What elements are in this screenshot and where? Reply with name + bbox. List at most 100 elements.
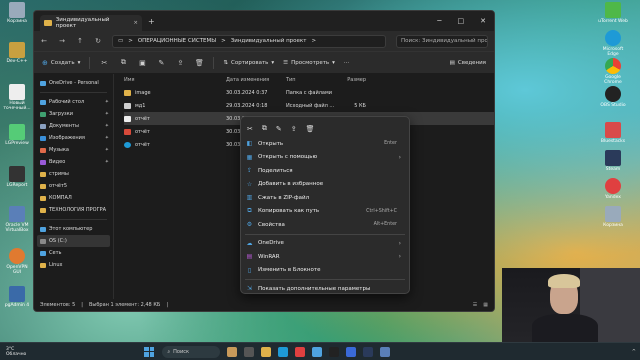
desktop-icon-obs[interactable]: OBS Studio — [598, 86, 628, 108]
taskbar-app-word[interactable] — [346, 346, 357, 357]
details-button[interactable]: ▤ Сведения — [450, 60, 486, 66]
sidebar-item-os-c[interactable]: OS (C:) — [37, 235, 110, 247]
menu-item-show-more-options[interactable]: ⇲ Показать дополнительные параметры — [241, 282, 409, 296]
menu-item-add-favorites[interactable]: ☆ Добавить в избранное — [241, 178, 409, 192]
sidebar-item-network[interactable]: Сеть — [34, 247, 113, 259]
desktop-icon-recycle-bin[interactable]: Корзина — [2, 2, 32, 24]
menu-item-edit-notepad[interactable]: ▯ Изменить в Блокноте — [241, 264, 409, 278]
weather-widget[interactable]: 3°C Облачно — [0, 347, 26, 357]
close-button[interactable]: ✕ — [480, 17, 486, 25]
menu-item-copy-path[interactable]: ⧉ Копировать как путь Ctrl+Shift+C — [241, 205, 409, 219]
tiles-view-icon[interactable]: ▦ — [483, 302, 488, 308]
desktop-icon-recycle-bin-2[interactable]: Корзина — [598, 206, 628, 228]
column-header-name[interactable]: Имя — [124, 77, 226, 83]
sidebar-item-desktop[interactable]: Рабочий стол ✦ — [34, 96, 113, 108]
start-button[interactable] — [144, 346, 155, 357]
menu-item-onedrive[interactable]: ☁ OneDrive › — [241, 237, 409, 251]
menu-item-open[interactable]: ◧ Открыть Enter — [241, 137, 409, 151]
explorer-tab[interactable]: Зиндивидуальный проект × — [40, 15, 142, 31]
cut-icon[interactable]: ✂ — [247, 125, 253, 133]
create-button[interactable]: ⊕ Создать ▾ — [42, 59, 80, 67]
sidebar-item-kompal[interactable]: КОМПАЛ — [34, 192, 113, 204]
folder-icon — [40, 207, 46, 213]
file-row[interactable]: мд1 29.03.2024 0:18 Исходный файл ... 5 … — [124, 99, 494, 112]
share-icon[interactable]: ⇪ — [175, 59, 185, 67]
file-name: отчёт — [135, 141, 150, 148]
breadcrumb-separator: > — [221, 38, 226, 44]
desktop-icon-edge[interactable]: Microsoft Edge — [598, 30, 628, 57]
desktop-icon-new-file[interactable]: Новый точечный... — [2, 84, 32, 111]
column-header-type[interactable]: Тип — [286, 77, 336, 83]
desktop-icon-devcpp[interactable]: Dev-C++ — [2, 42, 32, 64]
taskbar-app-edge[interactable] — [278, 346, 289, 357]
more-options-button[interactable]: ··· — [344, 60, 349, 66]
minimize-button[interactable]: ─ — [437, 17, 441, 25]
forward-arrow-icon[interactable]: → — [58, 37, 66, 45]
back-arrow-icon[interactable]: ← — [40, 37, 48, 45]
sidebar-item-streams[interactable]: стримы — [34, 168, 113, 180]
desktop-icon-chrome[interactable]: Google Chrome — [598, 58, 628, 85]
copy-icon[interactable]: ⧉ — [118, 58, 128, 67]
cloud-icon — [40, 80, 46, 86]
sort-button[interactable]: ⇅ Сортировать ▾ — [223, 60, 274, 66]
taskbar-app-yandex[interactable] — [295, 346, 306, 357]
menu-item-compress-zip[interactable]: ▥ Сжать в ZIP-файл — [241, 191, 409, 205]
details-view-icon[interactable]: ☰ — [473, 302, 477, 308]
desktop-icon-lgreport[interactable]: LGReport — [2, 166, 32, 188]
tab-close-icon[interactable]: × — [133, 20, 138, 26]
address-bar[interactable]: ▭ > ОПЕРАЦИОННЫЕ СИСТЕМЫ > Зиндивидуальн… — [112, 34, 386, 48]
menu-item-winrar[interactable]: ▤ WinRAR › — [241, 250, 409, 264]
desktop-icon-lgpreview[interactable]: LGPreview — [2, 124, 32, 146]
taskbar-app-steam[interactable] — [363, 346, 374, 357]
column-header-date[interactable]: Дата изменения — [226, 77, 286, 83]
maximize-button[interactable]: □ — [458, 17, 465, 25]
sidebar-item-downloads[interactable]: Загрузки ✦ — [34, 108, 113, 120]
search-input[interactable]: Поиск: Зиндивидуальный про — [396, 34, 488, 48]
sidebar-item-linux[interactable]: Linux — [34, 259, 113, 271]
refresh-icon[interactable]: ↻ — [94, 37, 102, 45]
file-row[interactable]: image 30.03.2024 0:37 Папка с файлами — [124, 86, 494, 99]
desktop-icon-yandex[interactable]: Yandex — [598, 178, 628, 200]
desktop-icon-bluestacks[interactable]: Bluestacks — [598, 122, 628, 144]
taskbar-app-obs[interactable] — [329, 346, 340, 357]
sidebar-item-pictures[interactable]: Изображения ✦ — [34, 132, 113, 144]
new-tab-button[interactable]: + — [148, 17, 155, 26]
sidebar-item-onedrive[interactable]: OneDrive - Personal — [34, 77, 113, 89]
copy-icon[interactable]: ⧉ — [262, 124, 267, 133]
menu-item-share[interactable]: ⇪ Поделиться — [241, 164, 409, 178]
taskbar-app-store[interactable] — [312, 346, 323, 357]
menu-item-open-with[interactable]: ▦ Открыть с помощью › — [241, 151, 409, 165]
delete-icon[interactable]: 🗑 — [306, 125, 315, 133]
taskbar-app-explorer[interactable] — [261, 346, 272, 357]
share-icon[interactable]: ⇪ — [291, 125, 297, 133]
sidebar-item-report5[interactable]: отчёт5 — [34, 180, 113, 192]
breadcrumb-item-project[interactable]: Зиндивидуальный проект — [231, 38, 307, 44]
paste-icon[interactable]: ▣ — [137, 59, 147, 67]
menu-item-properties[interactable]: ⚙ Свойства Alt+Enter — [241, 218, 409, 232]
breadcrumb-item-os[interactable]: ОПЕРАЦИОННЫЕ СИСТЕМЫ — [138, 38, 216, 44]
taskbar-search[interactable]: ⌕ Поиск — [162, 345, 221, 358]
desktop-icon-pgadmin[interactable]: pgAdmin 4 — [2, 286, 32, 308]
desktop-icon-virtualbox[interactable]: Oracle VM VirtualBox — [2, 206, 32, 233]
column-header-size[interactable]: Размер — [336, 77, 366, 83]
sidebar-item-documents[interactable]: Документы ✦ — [34, 120, 113, 132]
sidebar-item-tech-prog[interactable]: ТЕХНОЛОГИЯ ПРОГРА — [34, 204, 113, 216]
sidebar-item-music[interactable]: Музыка ✦ — [34, 144, 113, 156]
system-tray-chevron-icon[interactable]: ^ — [632, 349, 640, 355]
text-file-icon — [124, 115, 131, 122]
cut-icon[interactable]: ✂ — [99, 59, 109, 67]
up-arrow-icon[interactable]: ↑ — [76, 37, 84, 45]
copy-path-icon: ⧉ — [247, 207, 252, 215]
rename-icon[interactable]: ✎ — [276, 125, 282, 133]
taskbar-app-virtualbox[interactable] — [380, 346, 391, 357]
taskbar-app-taskview[interactable] — [244, 346, 255, 357]
desktop-icon-utorrent[interactable]: uTorrent Web — [598, 2, 628, 24]
desktop-icon-openvpn[interactable]: OpenVPN GUI — [2, 248, 32, 275]
delete-icon[interactable]: 🗑 — [194, 59, 204, 67]
sidebar-item-videos[interactable]: Видео ✦ — [34, 156, 113, 168]
view-button[interactable]: ☰ Просмотреть ▾ — [283, 60, 335, 66]
desktop-icon-steam[interactable]: Steam — [598, 150, 628, 172]
sidebar-item-this-pc[interactable]: Этот компьютер — [34, 223, 113, 235]
rename-icon[interactable]: ✎ — [156, 59, 166, 67]
taskbar-app-widget[interactable] — [227, 346, 238, 357]
